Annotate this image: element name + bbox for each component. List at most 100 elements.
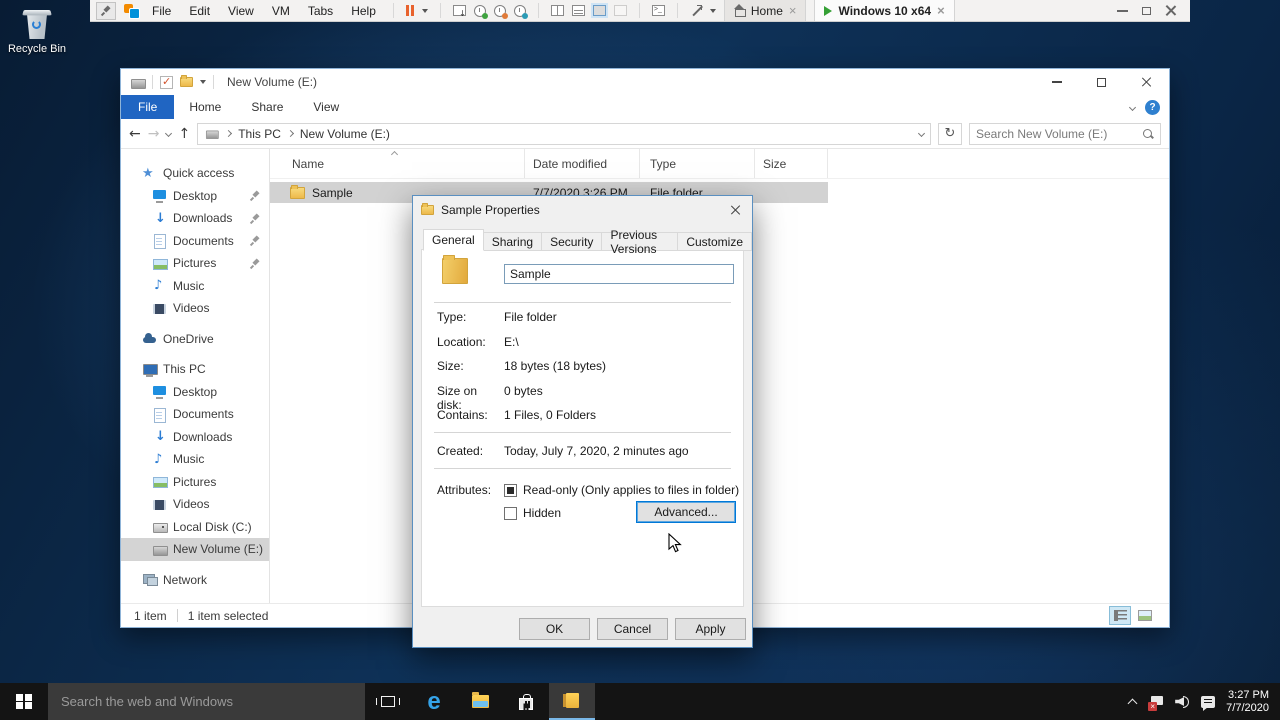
tab-general[interactable]: General [423,229,484,251]
address-dropdown-icon[interactable] [917,129,926,138]
explorer-maximize-button[interactable] [1079,69,1124,95]
store-button[interactable] [503,683,549,720]
sidebar-item-pc-pictures[interactable]: Pictures [121,471,269,494]
sidebar-item-local-disk-c[interactable]: Local Disk (C:) [121,516,269,539]
sidebar-item-network[interactable]: Network [121,569,269,592]
fullscreen-icon[interactable] [592,5,606,16]
menu-edit[interactable]: Edit [184,4,215,18]
sidebar-item-quick-access[interactable]: Quick access [121,162,269,185]
sidebar-item-downloads[interactable]: Downloads [121,207,269,230]
ribbon-collapse-icon[interactable] [1128,103,1137,111]
column-header-type[interactable]: Type [640,149,755,178]
ribbon-tab-view[interactable]: View [298,95,354,119]
tab-security[interactable]: Security [542,232,603,251]
vmware-minimize-button[interactable] [1117,9,1128,12]
sidebar-item-pc-documents[interactable]: Documents [121,403,269,426]
menu-help[interactable]: Help [346,4,381,18]
taskbar-search-input[interactable] [61,694,365,709]
vm-tab-home[interactable]: Home × [723,0,807,21]
breadcrumb[interactable]: This PC New Volume (E:) [197,122,931,145]
recent-locations-icon[interactable] [165,129,173,138]
edge-button[interactable]: e [411,683,457,720]
menu-tabs[interactable]: Tabs [303,4,338,18]
sidebar-item-music[interactable]: Music [121,275,269,298]
ribbon-tab-file[interactable]: File [121,95,175,119]
advanced-button[interactable]: Advanced... [636,501,736,523]
toolbar-pin-button[interactable] [96,1,116,20]
column-header-date-modified[interactable]: Date modified [525,149,640,178]
fit-guest-icon[interactable] [690,4,702,17]
sidebar-item-pc-videos[interactable]: Videos [121,493,269,516]
explorer-close-button[interactable] [1124,69,1169,95]
task-view-button[interactable] [365,683,411,720]
close-tab-icon[interactable]: × [937,4,945,17]
menu-file[interactable]: File [147,4,176,18]
ok-button[interactable]: OK [519,618,590,640]
file-explorer-button[interactable] [457,683,503,720]
open-folder-window-button[interactable] [549,683,595,720]
tab-sharing[interactable]: Sharing [483,232,543,251]
start-button[interactable] [0,683,48,720]
network-status-button[interactable] [1145,683,1170,720]
vmware-close-button[interactable] [1165,5,1176,16]
customize-toolbar-icon[interactable] [200,80,206,84]
breadcrumb-chevron-icon[interactable] [286,129,294,138]
menu-vm[interactable]: VM [267,4,295,18]
sidebar-item-pc-music[interactable]: Music [121,448,269,471]
help-icon[interactable]: ? [1145,99,1160,115]
column-header-name[interactable]: Name [270,149,525,178]
explorer-search-input[interactable] [976,126,1142,141]
sidebar-item-onedrive[interactable]: OneDrive [121,328,269,351]
ribbon-tab-home[interactable]: Home [174,95,236,119]
close-tab-icon[interactable]: × [789,4,797,17]
tray-overflow-button[interactable] [1120,683,1145,720]
tab-previous-versions[interactable]: Previous Versions [602,228,679,256]
menu-view[interactable]: View [223,4,259,18]
hidden-checkbox[interactable] [504,506,517,520]
sidebar-item-videos[interactable]: Videos [121,297,269,320]
refresh-button[interactable]: ↻ [938,122,962,145]
folder-name-field[interactable] [504,264,734,284]
vm-tab-windows10[interactable]: Windows 10 x64 × [814,0,955,21]
console-view-icon[interactable] [651,5,665,16]
search-icon[interactable] [1142,128,1154,140]
sidebar-item-pc-desktop[interactable]: Desktop [121,381,269,404]
taskbar-search-box[interactable] [48,683,365,720]
quick-access-properties-icon[interactable] [160,75,173,89]
fit-dropdown-icon[interactable] [709,8,716,13]
column-header-size[interactable]: Size [755,149,828,178]
sidebar-item-pictures[interactable]: Pictures [121,252,269,275]
apply-button[interactable]: Apply [675,618,746,640]
thumbnails-view-button[interactable] [1134,606,1156,625]
ribbon-tab-share[interactable]: Share [236,95,298,119]
taskbar-clock[interactable]: 3:27 PM 7/7/2020 [1220,689,1280,715]
sidebar-item-desktop[interactable]: Desktop [121,185,269,208]
show-library-icon[interactable] [550,5,564,16]
tab-customize[interactable]: Customize [678,232,752,251]
dialog-close-button[interactable] [718,196,752,224]
breadcrumb-new-volume[interactable]: New Volume (E:) [300,127,390,141]
ctrl-alt-del-icon[interactable] [452,5,466,18]
show-thumbnails-icon[interactable] [571,5,585,16]
quick-access-new-folder-icon[interactable] [180,75,193,87]
breadcrumb-chevron-icon[interactable] [225,129,233,138]
vmware-restore-button[interactable] [1142,3,1156,15]
details-view-button[interactable] [1109,606,1131,625]
action-center-button[interactable] [1195,683,1220,720]
explorer-minimize-button[interactable] [1034,69,1079,95]
take-snapshot-icon[interactable] [473,4,488,19]
sidebar-item-new-volume-e[interactable]: New Volume (E:) [121,538,269,561]
suspend-vm-icon[interactable] [405,5,414,16]
explorer-search-box[interactable] [969,122,1161,145]
cancel-button[interactable]: Cancel [597,618,668,640]
manage-snapshots-icon[interactable] [513,4,528,19]
sidebar-item-pc-downloads[interactable]: Downloads [121,426,269,449]
sidebar-item-this-pc[interactable]: This PC [121,358,269,381]
breadcrumb-this-pc[interactable]: This PC [238,127,281,141]
readonly-checkbox[interactable] [504,483,517,497]
volume-button[interactable] [1170,683,1195,720]
back-icon[interactable]: ← [129,127,141,141]
sidebar-item-documents[interactable]: Documents [121,230,269,253]
revert-snapshot-icon[interactable] [493,4,508,19]
recycle-bin-shortcut[interactable]: Recycle Bin [6,6,68,55]
